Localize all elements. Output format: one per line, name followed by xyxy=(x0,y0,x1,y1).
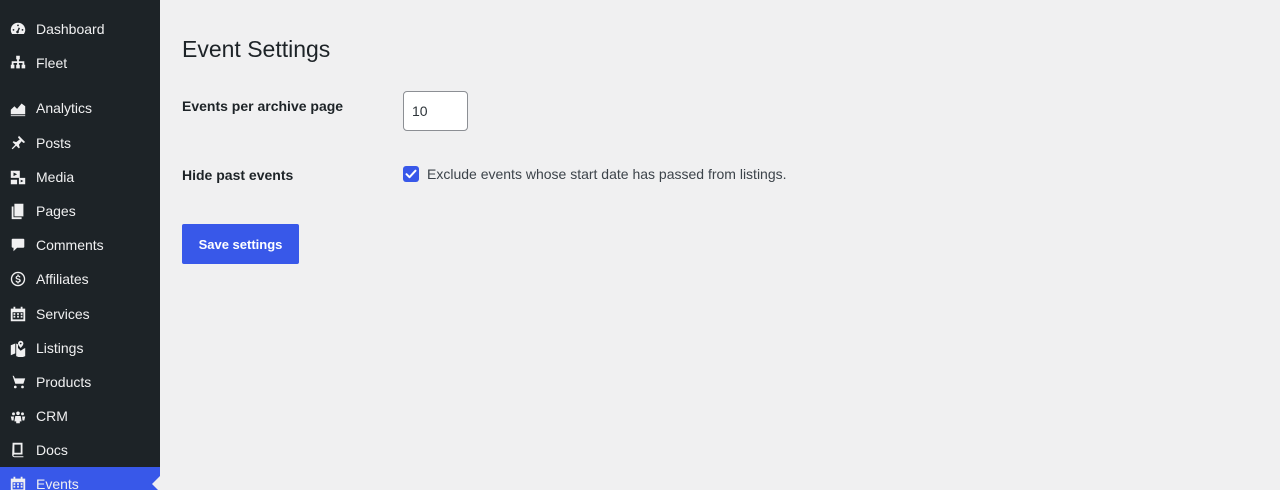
sidebar-item-affiliates[interactable]: Affiliates xyxy=(0,262,160,296)
sidebar-item-comments[interactable]: Comments xyxy=(0,228,160,262)
admin-sidebar: Dashboard Fleet Analytics Posts Media Pa… xyxy=(0,0,160,490)
sidebar-item-fleet[interactable]: Fleet xyxy=(0,46,160,80)
sidebar-item-label: Analytics xyxy=(36,100,93,116)
sidebar-item-label: Products xyxy=(36,374,92,390)
sidebar-item-dashboard[interactable]: Dashboard xyxy=(0,12,160,46)
sidebar-item-analytics[interactable]: Analytics xyxy=(0,91,160,125)
sitemap-icon xyxy=(8,53,28,73)
groups-icon xyxy=(8,406,28,426)
checkmark-icon xyxy=(405,169,417,179)
hide-past-description: Exclude events whose start date has pass… xyxy=(427,166,787,182)
sidebar-item-label: Dashboard xyxy=(36,21,105,37)
sidebar-item-label: Services xyxy=(36,306,90,322)
sidebar-item-label: Pages xyxy=(36,203,76,219)
save-settings-button[interactable]: Save settings xyxy=(182,224,299,264)
calendar-icon xyxy=(8,304,28,324)
sidebar-item-posts[interactable]: Posts xyxy=(0,126,160,160)
sidebar-item-pages[interactable]: Pages xyxy=(0,194,160,228)
media-icon xyxy=(8,167,28,187)
hide-past-checkbox[interactable] xyxy=(403,166,419,182)
sidebar-item-services[interactable]: Services xyxy=(0,297,160,331)
sidebar-item-label: Posts xyxy=(36,135,72,151)
comment-icon xyxy=(8,235,28,255)
pin-icon xyxy=(8,133,28,153)
dashboard-icon xyxy=(8,19,28,39)
archive-page-label: Events per archive page xyxy=(182,98,344,114)
sidebar-item-label: CRM xyxy=(36,408,68,424)
dollar-icon xyxy=(8,269,28,289)
sidebar-item-crm[interactable]: CRM xyxy=(0,399,160,433)
sidebar-item-label: Fleet xyxy=(36,55,68,71)
sidebar-item-label: Media xyxy=(36,169,75,185)
book-icon xyxy=(8,440,28,460)
hide-past-label: Hide past events xyxy=(182,167,294,183)
sidebar-item-label: Affiliates xyxy=(36,271,89,287)
sidebar-item-label: Listings xyxy=(36,340,84,356)
cart-icon xyxy=(8,372,28,392)
hide-past-option: Exclude events whose start date has pass… xyxy=(403,166,787,182)
sidebar-item-label: Comments xyxy=(36,237,104,253)
map-icon xyxy=(8,338,28,358)
calendar-icon xyxy=(8,474,28,490)
sidebar-item-products[interactable]: Products xyxy=(0,365,160,399)
sidebar-item-label: Docs xyxy=(36,442,68,458)
sidebar-item-docs[interactable]: Docs xyxy=(0,433,160,467)
sidebar-item-label: Events xyxy=(36,476,79,490)
archive-page-input[interactable] xyxy=(403,91,468,131)
page-title: Event Settings xyxy=(182,36,331,62)
sidebar-item-media[interactable]: Media xyxy=(0,160,160,194)
sidebar-item-events[interactable]: Events xyxy=(0,467,160,490)
sidebar-item-listings[interactable]: Listings xyxy=(0,331,160,365)
chart-area-icon xyxy=(8,98,28,118)
pages-icon xyxy=(8,201,28,221)
